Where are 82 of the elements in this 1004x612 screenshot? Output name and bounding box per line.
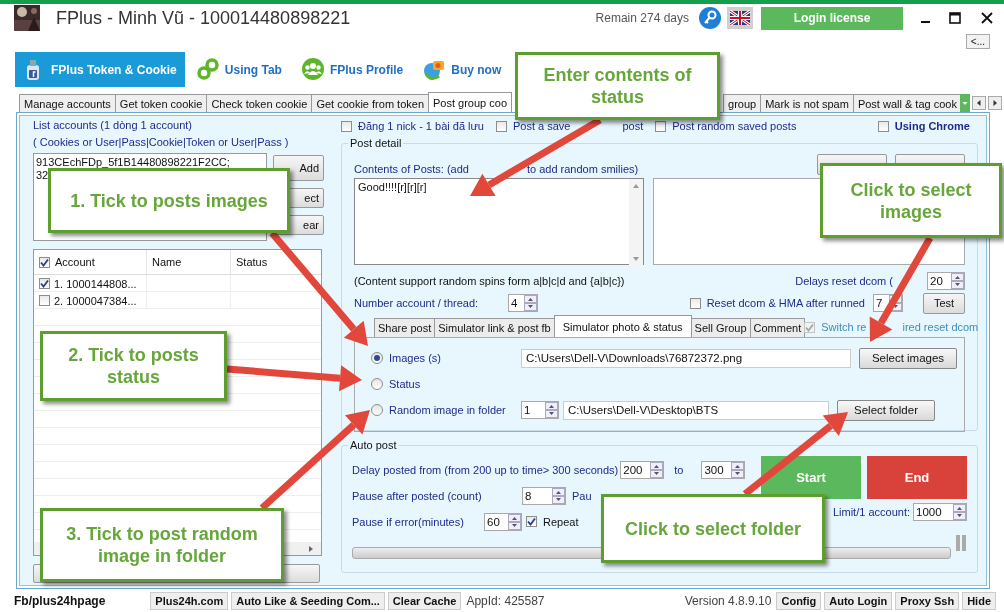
main-tab[interactable]: Buy now	[415, 52, 510, 87]
delay-label: Delay posted from (from 200 up to time> 300 seconds)	[352, 463, 619, 476]
limit-label: Limit/1 account:	[832, 506, 910, 518]
callout-tooltip: Click to select folder	[601, 494, 825, 563]
tab[interactable]: Get token cookie	[114, 94, 208, 112]
window-title: FPlus - Minh Vũ - 100014480898221	[56, 7, 351, 29]
checkbox-label: Switch re	[821, 321, 867, 333]
button[interactable]: Proxy Ssh	[895, 592, 960, 610]
callout-tooltip: Click to select images	[820, 163, 1002, 238]
number-field[interactable]: 4	[508, 294, 538, 312]
number-field[interactable]: 1	[521, 401, 559, 419]
checkbox-label: Repeat	[543, 515, 579, 528]
tab[interactable]: Simulator link & post fb	[434, 318, 555, 337]
button[interactable]: Auto Like & Seeding Com...	[231, 592, 385, 610]
page-link[interactable]: Fb/plus24hpage	[14, 594, 106, 608]
tab[interactable]: group	[723, 94, 762, 112]
checkbox-label: Using Chrome	[894, 120, 970, 132]
tab[interactable]: Post wall & tag cook	[852, 94, 962, 112]
path-field[interactable]: C:\Users\Dell-V\Desktop\BTS	[563, 400, 829, 420]
table-cell: 1. 1000144808...	[54, 277, 137, 290]
checkbox-label: Post a save	[513, 120, 571, 132]
pause-count-label: Pause after posted (count)	[352, 489, 483, 502]
tab[interactable]: Check token cookie	[206, 94, 313, 112]
path-field[interactable]: C:\Users\Dell-V\Downloads\76872372.png	[521, 348, 851, 368]
app-id: AppId: 425587	[466, 594, 545, 608]
format-hint: ( Cookies or User|Pass|Cookie|Token or User|Pass )	[33, 136, 290, 148]
main-tab[interactable]: Using Tab	[188, 52, 290, 87]
to-label: to	[674, 463, 684, 476]
number-field[interactable]: 8	[522, 486, 566, 505]
number-field[interactable]: 20	[927, 272, 965, 290]
column-header: Status	[235, 255, 269, 270]
callout-tooltip: Enter contents of status	[515, 52, 720, 120]
checkbox-label: Đăng 1 nick - 1 bài đã lưu	[358, 120, 484, 132]
column-header: Name	[147, 250, 231, 274]
number-field[interactable]: 1000	[913, 503, 967, 521]
button[interactable]: Auto Login	[824, 592, 893, 610]
callout-tooltip: 3. Tick to post random image in folder	[40, 508, 284, 582]
table-cell: 2. 1000047384...	[54, 294, 137, 307]
button[interactable]: Config	[776, 592, 822, 610]
tab[interactable]: Manage accounts	[19, 94, 116, 112]
checkbox-label: Reset dcom & HMA after runned	[706, 297, 865, 309]
button[interactable]: Select images	[859, 347, 957, 369]
version-label: Version 4.8.9.10	[684, 594, 772, 608]
threads-label: Number account / thread:	[354, 297, 480, 309]
button[interactable]: Clear Cache	[387, 592, 462, 610]
column-header: Account	[55, 256, 95, 268]
spin-note: (Content support random spins form a|b|c|d and {a|b|c})	[354, 275, 625, 287]
radio-label: Status	[389, 378, 421, 390]
error-label: Pause if error(minutes)	[352, 515, 465, 528]
delays-label: Delays reset dcom (	[795, 275, 893, 287]
contents-label: to add random smilies)	[526, 163, 639, 175]
group-title: Post detail	[348, 137, 404, 149]
button[interactable]: Plus24h.com	[150, 592, 229, 610]
tab[interactable]: Share post	[374, 318, 436, 337]
test-button[interactable]: Test	[923, 292, 965, 314]
group-title: Auto post	[348, 439, 399, 451]
button[interactable]: Select folder	[837, 399, 935, 421]
end-button[interactable]: End	[867, 456, 967, 499]
radio-label: Images (s)	[389, 352, 441, 364]
main-tab[interactable]: FPlus Profile	[293, 52, 412, 87]
number-field[interactable]: 300	[701, 460, 746, 479]
expand-button[interactable]: <...	[965, 34, 990, 49]
contents-label: Contents of Posts: (add	[354, 163, 469, 175]
button[interactable]: Hide	[962, 592, 996, 610]
radio-label: Random image in folder	[389, 404, 506, 416]
callout-tooltip: 2. Tick to posts status	[40, 331, 227, 401]
tab[interactable]: Sell Group	[690, 318, 751, 337]
number-field[interactable]: 200	[620, 460, 665, 479]
list-label: List accounts (1 dòng 1 account)	[33, 119, 193, 131]
tab[interactable]: Post group coo	[428, 92, 512, 112]
number-field[interactable]: 60	[484, 512, 522, 531]
tab[interactable]: Comment	[749, 318, 806, 337]
checkbox-label: Post random saved posts	[672, 120, 797, 132]
remaining-days: Remain 274 days	[595, 11, 689, 25]
tab[interactable]: Mark is not spam	[760, 94, 854, 112]
checkbox-label: ired reset dcom	[902, 321, 979, 333]
content-field[interactable]: Good!!!![r][r][r]	[354, 178, 644, 265]
tab[interactable]: Simulator photo & status	[553, 315, 692, 337]
tab[interactable]: Get cookie from token	[311, 94, 429, 112]
pause-label: Pau	[572, 489, 592, 502]
checkbox-label: post	[622, 120, 644, 132]
callout-tooltip: 1. Tick to posts images	[48, 168, 290, 233]
